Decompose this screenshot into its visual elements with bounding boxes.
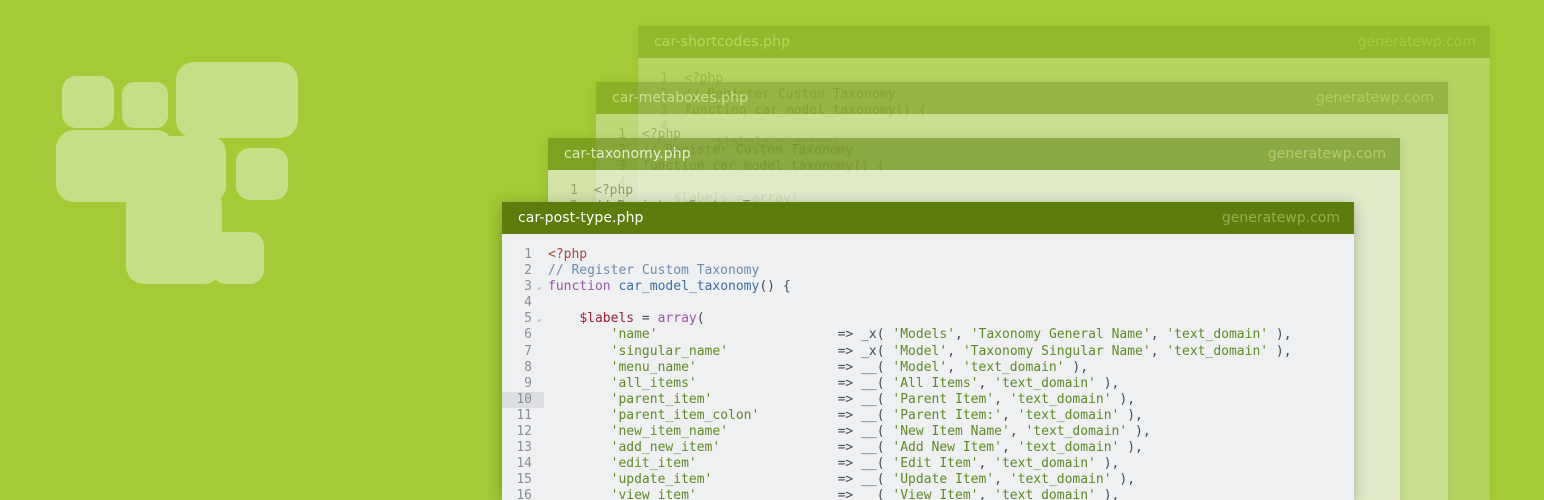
- window-header: car-shortcodes.php generatewp.com: [638, 26, 1490, 58]
- window-header: car-metaboxes.php generatewp.com: [596, 82, 1448, 114]
- code-text: 'edit_item' => __( 'Edit Item', 'text_do…: [610, 456, 1120, 472]
- editor-window-post-type[interactable]: car-post-type.php generatewp.com 1 <?php 2…: [502, 202, 1354, 500]
- window-header: car-post-type.php generatewp.com: [502, 202, 1354, 234]
- code-line[interactable]: 10 'parent_item' => __( 'Parent Item', '…: [502, 391, 1354, 408]
- code-text: <?php: [548, 247, 588, 262]
- line-number: 6: [524, 327, 532, 343]
- line-number: 10: [502, 391, 544, 408]
- code-line[interactable]: 16 'view_item' => __( 'View Item', 'text…: [502, 488, 1354, 500]
- file-tab-title[interactable]: car-post-type.php: [518, 210, 644, 226]
- code-text: // Register Custom Taxonomy: [548, 263, 760, 279]
- code-text: 'update_item' => __( 'Update Item', 'tex…: [610, 472, 1136, 488]
- line-number: 15: [516, 472, 532, 488]
- code-text: 'new_item_name' => __( 'New Item Name', …: [610, 424, 1151, 440]
- generatewp-logo: [56, 62, 298, 284]
- brand-label: generatewp.com: [1357, 34, 1476, 50]
- code-text: 'all_items' => __( 'All Items', 'text_do…: [610, 375, 1120, 391]
- code-line[interactable]: 1 <?php: [548, 183, 1400, 199]
- line-number: 13: [516, 440, 532, 456]
- code-line[interactable]: 13 'add_new_item' => __( 'Add New Item',…: [502, 440, 1354, 456]
- code-text: 'menu_name' => __( 'Model', 'text_domain…: [610, 359, 1089, 375]
- line-number: 14: [516, 456, 532, 472]
- code-line[interactable]: 1 <?php: [502, 247, 1354, 263]
- code-line[interactable]: 3 ⌄ function car_model_taxonomy() {: [502, 279, 1354, 295]
- code-line[interactable]: 11 'parent_item_colon' => __( 'Parent It…: [502, 408, 1354, 424]
- code-text: 'add_new_item' => __( 'Add New Item', 't…: [610, 440, 1143, 456]
- file-tab-title[interactable]: car-taxonomy.php: [564, 146, 691, 162]
- brand-label: generatewp.com: [1267, 146, 1386, 162]
- line-number: 12: [516, 424, 532, 440]
- code-text: <?php: [594, 183, 634, 198]
- code-line[interactable]: 8 'menu_name' => __( 'Model', 'text_doma…: [502, 360, 1354, 376]
- code-editor[interactable]: 1 <?php 2 // Register Custom Taxonomy 3 ⌄ func…: [502, 234, 1354, 500]
- line-number: 1: [524, 247, 532, 262]
- brand-label: generatewp.com: [1315, 90, 1434, 106]
- line-number: 2: [524, 263, 532, 279]
- code-text: 'singular_name' => _x( 'Model', 'Taxonom…: [610, 343, 1292, 359]
- code-line[interactable]: 12 'new_item_name' => __( 'New Item Name…: [502, 424, 1354, 440]
- line-number: 7: [524, 343, 532, 359]
- code-text: function car_model_taxonomy() {: [548, 279, 791, 295]
- code-line[interactable]: 4: [502, 295, 1354, 311]
- code-line[interactable]: 2 // Register Custom Taxonomy: [502, 263, 1354, 279]
- code-line[interactable]: 5 ⌄ $labels = array(: [502, 311, 1354, 327]
- code-line[interactable]: 6 'name' => _x( 'Models', 'Taxonomy Gene…: [502, 327, 1354, 343]
- line-number: 1: [570, 183, 578, 198]
- code-line[interactable]: 14 'edit_item' => __( 'Edit Item', 'text…: [502, 456, 1354, 472]
- window-header: car-taxonomy.php generatewp.com: [548, 138, 1400, 170]
- brand-label: generatewp.com: [1221, 210, 1340, 226]
- code-text: $labels = array(: [579, 311, 705, 327]
- line-number: 9: [524, 375, 532, 391]
- code-line[interactable]: 7 'singular_name' => _x( 'Model', 'Taxon…: [502, 344, 1354, 360]
- code-text: 'name' => _x( 'Models', 'Taxonomy Genera…: [610, 327, 1292, 343]
- fold-chevron-icon[interactable]: ⌄: [537, 279, 542, 295]
- code-line[interactable]: 9 'all_items' => __( 'All Items', 'text_…: [502, 376, 1354, 392]
- line-number: 8: [524, 359, 532, 375]
- file-tab-title[interactable]: car-metaboxes.php: [612, 90, 748, 106]
- code-text: 'parent_item_colon' => __( 'Parent Item:…: [610, 407, 1143, 423]
- code-text: 'view_item' => __( 'View Item', 'text_do…: [610, 488, 1120, 500]
- line-number: 5 ⌄: [524, 311, 542, 327]
- line-number: 3 ⌄: [524, 279, 542, 295]
- code-text: 'parent_item' => __( 'Parent Item', 'tex…: [610, 391, 1136, 407]
- line-number: 11: [516, 407, 532, 423]
- line-number: 16: [516, 488, 532, 500]
- fold-chevron-icon[interactable]: ⌄: [537, 311, 542, 327]
- code-line[interactable]: 15 'update_item' => __( 'Update Item', '…: [502, 472, 1354, 488]
- file-tab-title[interactable]: car-shortcodes.php: [654, 34, 790, 50]
- line-number: 4: [524, 295, 532, 311]
